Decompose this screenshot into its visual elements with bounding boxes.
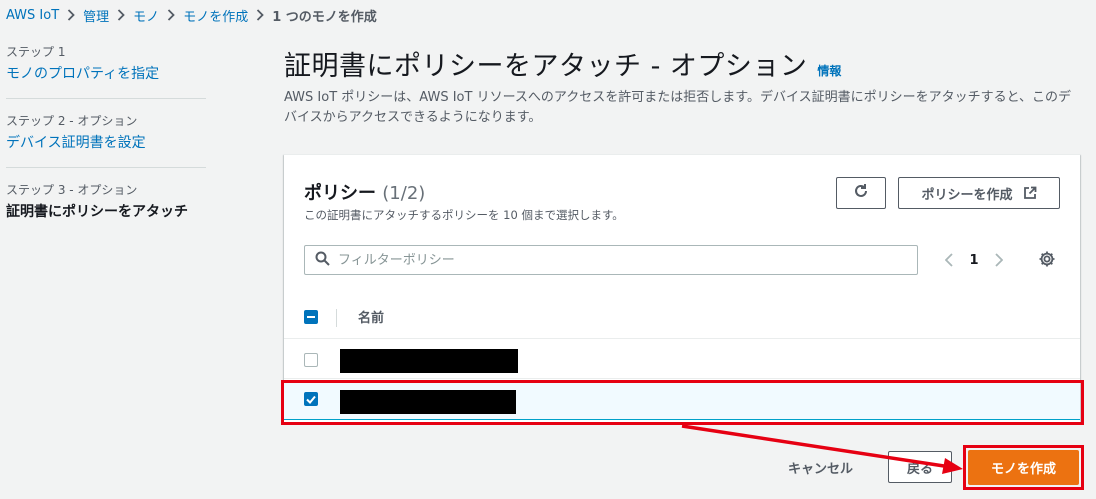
- step-link-thing-properties[interactable]: モノのプロパティを指定: [6, 64, 206, 84]
- step-label: ステップ 1: [6, 45, 66, 59]
- pagination: 1: [936, 247, 1012, 273]
- row-checkbox-checked[interactable]: [304, 392, 318, 406]
- cancel-button[interactable]: キャンセル: [788, 458, 853, 477]
- chevron-right-icon[interactable]: [986, 253, 1012, 267]
- create-policy-label: ポリシーを作成: [921, 187, 1013, 203]
- breadcrumb-current: 1 つのモノを作成: [272, 9, 377, 25]
- breadcrumb-create-things[interactable]: モノを作成: [183, 6, 248, 25]
- chevron-right-icon: [109, 8, 133, 23]
- step-label: ステップ 2 - オプション: [6, 114, 138, 128]
- row-checkbox[interactable]: [304, 353, 318, 367]
- create-thing-button[interactable]: モノを作成: [968, 450, 1079, 485]
- table-header: 名前: [284, 295, 1080, 339]
- step-label: ステップ 3 - オプション: [6, 183, 138, 197]
- chevron-right-icon: [59, 8, 83, 23]
- table-row[interactable]: [284, 341, 1080, 379]
- redacted-policy-name: [340, 349, 518, 373]
- step-1: ステップ 1 モノのプロパティを指定: [6, 44, 206, 99]
- gear-icon[interactable]: [1038, 250, 1056, 272]
- chevron-left-icon[interactable]: [936, 253, 962, 267]
- wizard-steps: ステップ 1 モノのプロパティを指定 ステップ 2 - オプション デバイス証明…: [6, 44, 206, 250]
- info-link[interactable]: 情報: [817, 62, 841, 79]
- panel-title-text: ポリシー: [304, 183, 376, 204]
- back-button[interactable]: 戻る: [888, 451, 952, 483]
- redacted-policy-name: [340, 390, 516, 414]
- check-icon: [306, 395, 316, 404]
- chevron-right-icon: [159, 8, 183, 23]
- refresh-icon: [853, 183, 869, 203]
- page-number[interactable]: 1: [962, 253, 986, 268]
- search-icon: [315, 251, 330, 270]
- page-header: 証明書にポリシーをアタッチ - オプション 情報: [284, 44, 841, 83]
- external-link-icon: [1023, 186, 1037, 200]
- step-link-device-certificate[interactable]: デバイス証明書を設定: [6, 133, 206, 153]
- page-description: AWS IoT ポリシーは、AWS IoT リソースへのアクセスを許可または拒否…: [284, 90, 1072, 125]
- policy-filter-input[interactable]: [338, 252, 898, 268]
- selection-count: (1/2): [382, 183, 426, 204]
- breadcrumb-things[interactable]: モノ: [133, 6, 159, 25]
- panel-subtitle: この証明書にアタッチするポリシーを 10 個まで選択します。: [304, 208, 624, 222]
- column-divider: [336, 309, 337, 327]
- chevron-right-icon: [248, 8, 272, 23]
- select-all-checkbox[interactable]: [304, 310, 318, 324]
- step-current-attach-policy: 証明書にポリシーをアタッチ: [6, 204, 188, 220]
- create-policy-button[interactable]: ポリシーを作成: [898, 177, 1060, 209]
- column-header-name[interactable]: 名前: [358, 307, 384, 326]
- table-row-selected[interactable]: [284, 382, 1080, 420]
- page-title: 証明書にポリシーをアタッチ - オプション: [284, 51, 808, 82]
- policies-panel: ポリシー (1/2) この証明書にアタッチするポリシーを 10 個まで選択します…: [284, 154, 1080, 422]
- step-3: ステップ 3 - オプション 証明書にポリシーをアタッチ: [6, 182, 206, 236]
- breadcrumb: AWS IoT 管理 モノ モノを作成 1 つのモノを作成: [6, 5, 377, 25]
- step-2: ステップ 2 - オプション デバイス証明書を設定: [6, 113, 206, 168]
- refresh-button[interactable]: [836, 177, 886, 209]
- breadcrumb-aws-iot[interactable]: AWS IoT: [6, 8, 59, 23]
- policy-filter: [304, 245, 918, 275]
- panel-title: ポリシー (1/2): [304, 179, 425, 205]
- breadcrumb-manage[interactable]: 管理: [83, 6, 109, 25]
